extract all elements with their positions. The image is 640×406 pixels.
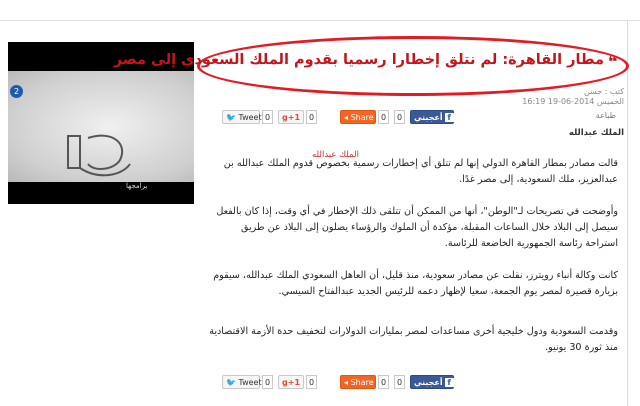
article-paragraph: قالت مصادر بمطار القاهرة الدولي إنها لم … [223,158,618,185]
gplus-button[interactable]: g+1 [278,375,304,389]
twitter-icon: 🐦 [226,378,236,387]
article-paragraph: وقدمت السعودية ودول خليجية أخرى مساعدات … [209,326,618,353]
gplus-button[interactable]: g+1 [278,110,304,124]
tweet-button[interactable]: 🐦 Tweet [222,375,262,389]
twitter-icon: 🐦 [226,113,236,122]
like-count: 0 [394,375,406,389]
article-author: كتب : حسن [583,87,624,96]
article-tag[interactable]: الملك عبدالله [569,128,624,138]
like-count: 0 [394,110,406,124]
share-count: 0 [378,110,390,124]
channel-badge: 2 [10,85,23,98]
right-divider [627,20,628,406]
like-label: أعجبني [414,378,443,387]
print-link[interactable]: طباعة [596,111,616,120]
share-button[interactable]: ◂ Share [340,375,376,389]
article-header: ❝ مطار القاهرة: لم نتلق إخطارا رسميا بقد… [114,46,622,86]
facebook-icon: f [444,113,454,122]
share-label: Share [350,378,374,387]
gplus-label: +1 [287,378,301,387]
top-divider [0,20,640,21]
share-button[interactable]: ◂ Share [340,110,376,124]
gplus-count: 0 [306,375,318,389]
video-caption: برامجها [126,182,148,190]
share-bar-top: 🐦 Tweet 0 g+1 0 ◂ Share 0 0 أعجبني f [222,109,632,127]
share-count: 0 [378,375,390,389]
share-icon: ◂ [344,113,349,122]
gplus-label: +1 [287,113,301,122]
share-label: Share [350,113,374,122]
share-bar-bottom: 🐦 Tweet 0 g+1 0 ◂ Share 0 0 أعجبني f [222,374,632,392]
facebook-like-button[interactable]: أعجبني f [410,110,454,124]
tweet-label: Tweet [238,113,262,122]
tweet-count: 0 [262,110,274,124]
article-title: مطار القاهرة: لم نتلق إخطارا رسميا بقدوم… [113,52,604,68]
facebook-like-button[interactable]: أعجبني f [410,375,454,389]
quote-icon: ❝ [608,52,618,71]
tweet-label: Tweet [238,378,262,387]
facebook-icon: f [444,378,454,387]
channel-logo [67,134,131,177]
article-paragraph: وأوضحت في تصريحات لـ"الوطن"، أنها من الم… [216,206,618,249]
video-frame[interactable] [8,71,194,182]
like-label: أعجبني [414,113,443,122]
gplus-count: 0 [306,110,318,124]
tweet-button[interactable]: 🐦 Tweet [222,110,262,124]
article-paragraph: كانت وكالة أنباء رويترز، نقلت عن مصادر س… [213,270,618,297]
tweet-count: 0 [262,375,274,389]
article-date: الخميس 2014-06-19 16:19 [522,97,624,106]
share-icon: ◂ [344,378,349,387]
